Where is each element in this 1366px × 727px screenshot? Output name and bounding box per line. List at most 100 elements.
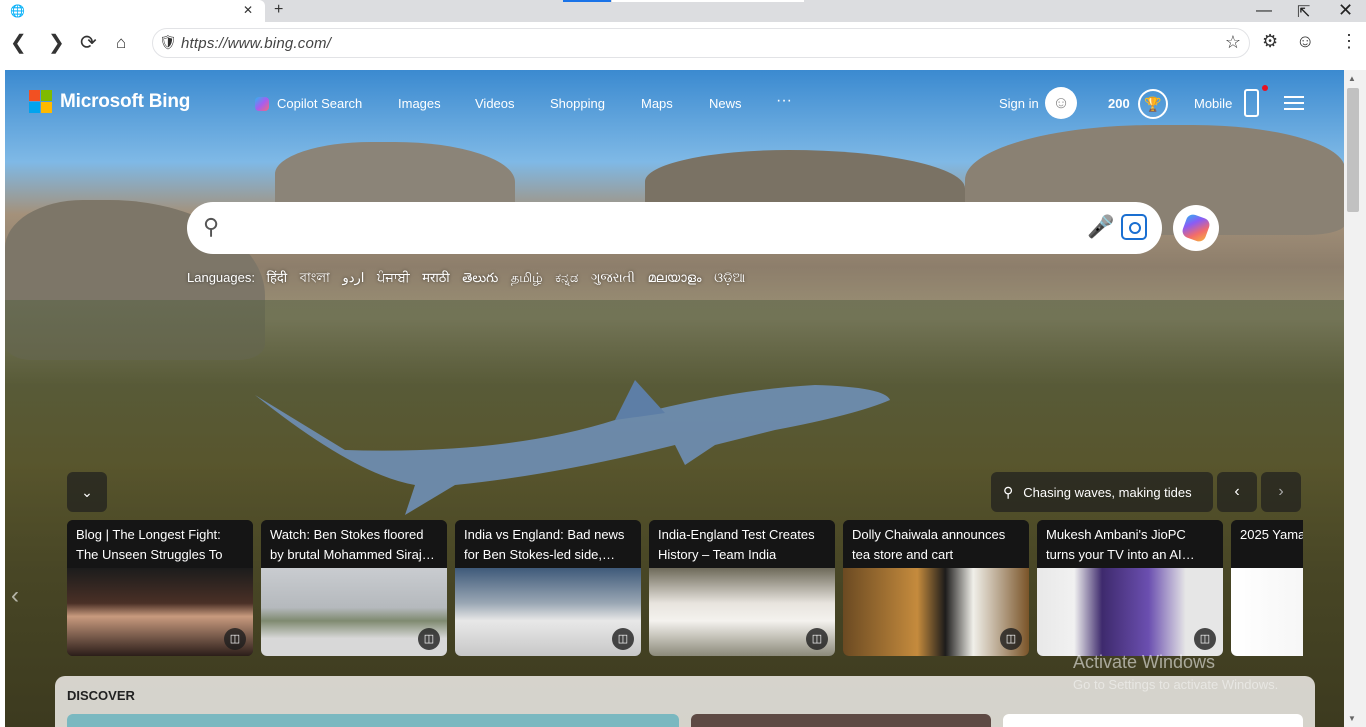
chevron-right-icon[interactable]: › [1261,472,1301,512]
news-card[interactable]: Blog | The Longest Fight: The Unseen Str… [67,520,253,656]
tab-indicator [563,0,611,2]
news-title: 2025 Yamaha launched a… [1231,520,1303,568]
discover-card[interactable] [1003,714,1303,727]
news-card[interactable]: 2025 Yamaha launched a… [1231,520,1303,656]
copilot-button[interactable] [1173,205,1219,251]
chevron-left-icon[interactable]: ‹ [1217,472,1257,512]
reading-icon[interactable]: ◫ [224,628,246,650]
news-carousel: Blog | The Longest Fight: The Unseen Str… [67,520,1303,656]
nav-label: Copilot Search [277,96,363,111]
news-title: Watch: Ben Stokes floored by brutal Moha… [261,520,447,568]
language-link[interactable]: ଓଡ଼ିଆ [714,270,745,285]
star-icon[interactable]: ☆ [1225,32,1241,53]
languages-bar: Languages: हिंदी বাংলা اردو ਪੰਜਾਬੀ मराठी… [187,268,754,290]
language-link[interactable]: हिंदी [267,270,288,285]
language-link[interactable]: ಕನ್ನಡ [555,270,578,285]
search-box[interactable]: ⚲ 🎤 [187,202,1162,254]
search-icon[interactable]: ⚲ [203,214,219,240]
microsoft-logo-icon [29,90,52,113]
forward-icon[interactable]: ❯ [48,32,65,54]
menu-dots-icon[interactable]: ⋮ [1340,31,1358,52]
close-icon[interactable]: ✕ [243,3,253,17]
language-link[interactable]: ગુજરાતી [591,270,635,285]
tab-indicator-2 [612,0,804,2]
browser-toolbar: ❮ ❯ ⟳ ⌂ 🛡 https://www.bing.com/ ☆ ⚙ ☺ ⋮ [0,22,1366,66]
tab-strip: 🌐 ✕ + — ⇱ ✕ [0,0,1366,22]
profile-icon[interactable]: ☺ [1296,31,1314,52]
scroll-up-icon[interactable]: ▲ [1348,74,1356,83]
news-card[interactable]: Mukesh Ambani's JioPC turns your TV into… [1037,520,1223,656]
nav-more[interactable]: ··· [776,92,792,110]
copilot-icon [1180,212,1212,244]
search-input[interactable] [241,212,1071,244]
nav-copilot-search[interactable]: Copilot Search [255,96,362,111]
news-card[interactable]: Dolly Chaiwala announces tea store and c… [843,520,1029,656]
background-shark [255,380,890,515]
image-caption[interactable]: ⚲ Chasing waves, making tides [991,472,1213,512]
shield-icon[interactable]: 🛡 [159,34,177,51]
reading-icon[interactable]: ◫ [418,628,440,650]
restore-icon[interactable]: ⇱ [1297,2,1310,22]
mobile-link[interactable]: Mobile [1194,96,1232,111]
reading-icon[interactable]: ◫ [1194,628,1216,650]
reading-icon[interactable]: ◫ [1000,628,1022,650]
extensions-icon[interactable]: ⚙ [1262,31,1278,52]
language-link[interactable]: മലയാളം [648,270,702,285]
news-title: India vs England: Bad news for Ben Stoke… [455,520,641,568]
nav-videos[interactable]: Videos [475,96,515,111]
news-card[interactable]: India vs England: Bad news for Ben Stoke… [455,520,641,656]
reload-icon[interactable]: ⟳ [80,32,97,54]
language-link[interactable]: اردو [342,270,364,285]
active-tab[interactable]: 🌐 ✕ [0,0,265,22]
activation-watermark-sub: Go to Settings to activate Windows. [1073,677,1279,692]
window-close-icon[interactable]: ✕ [1338,0,1353,21]
reading-icon[interactable]: ◫ [612,628,634,650]
notification-dot [1262,85,1268,91]
user-icon[interactable]: ☺ [1045,87,1077,119]
visual-search-icon[interactable] [1121,214,1147,240]
language-link[interactable]: বাংলা [300,270,330,285]
sign-in-link[interactable]: Sign in [999,96,1039,111]
back-icon[interactable]: ❮ [10,32,27,54]
nav-maps[interactable]: Maps [641,96,673,111]
news-title: Blog | The Longest Fight: The Unseen Str… [67,520,253,582]
news-title: India-England Test Creates History – Tea… [649,520,835,582]
nav-news[interactable]: News [709,96,742,111]
carousel-prev-icon[interactable]: ‹ [11,582,19,610]
bing-logo[interactable]: Microsoft Bing [29,90,190,113]
globe-icon: 🌐 [10,4,25,18]
scroll-down-icon[interactable]: ▼ [1348,714,1356,723]
url-text[interactable]: https://www.bing.com/ [181,35,331,52]
caption-text: Chasing waves, making tides [1023,485,1192,500]
rewards-points[interactable]: 200 [1108,96,1130,111]
home-icon[interactable]: ⌂ [116,32,126,54]
activation-watermark: Activate Windows [1073,652,1216,672]
language-link[interactable]: తెలుగు [462,270,498,285]
page-scrollbar[interactable]: ▲ ▼ [1344,70,1366,727]
minimize-icon[interactable]: — [1256,2,1272,20]
microphone-icon[interactable]: 🎤 [1087,214,1114,240]
reading-icon[interactable]: ◫ [806,628,828,650]
discover-title: DISCOVER [67,688,135,703]
location-pin-icon: ⚲ [1003,484,1014,500]
news-card[interactable]: Watch: Ben Stokes floored by brutal Moha… [261,520,447,656]
phone-icon[interactable] [1244,89,1259,117]
discover-card[interactable] [691,714,991,727]
discover-card[interactable] [67,714,679,727]
news-title: Mukesh Ambani's JioPC turns your TV into… [1037,520,1223,568]
address-bar[interactable]: 🛡 https://www.bing.com/ ☆ [152,28,1250,58]
language-link[interactable]: தமிழ் [511,270,543,285]
scrollbar-thumb[interactable] [1347,88,1359,212]
hamburger-icon[interactable] [1284,96,1304,110]
chevron-down-icon[interactable]: ⌄ [67,472,107,512]
copilot-icon [255,96,269,111]
language-link[interactable]: मराठी [422,270,449,285]
news-card[interactable]: India-England Test Creates History – Tea… [649,520,835,656]
logo-text: Microsoft Bing [60,90,191,112]
language-link[interactable]: ਪੰਜਾਬੀ [377,270,410,285]
plus-icon[interactable]: + [274,1,283,19]
nav-images[interactable]: Images [398,96,441,111]
nav-shopping[interactable]: Shopping [550,96,605,111]
languages-label: Languages: [187,270,255,285]
trophy-icon[interactable]: 🏆 [1138,89,1168,119]
